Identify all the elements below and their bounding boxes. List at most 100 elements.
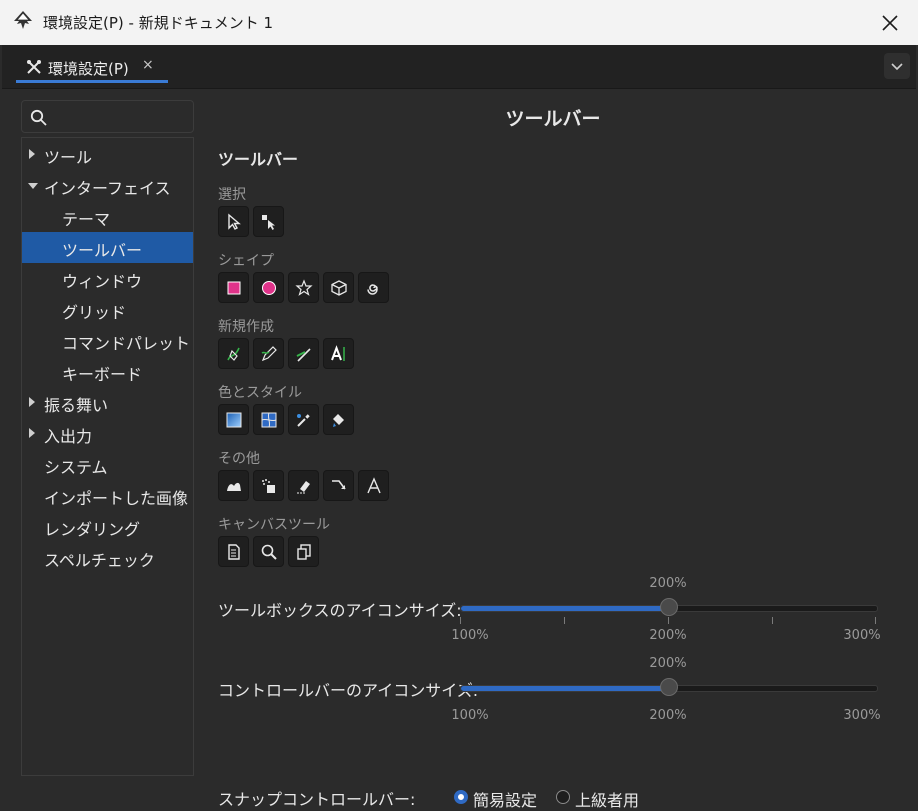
tick bbox=[564, 617, 565, 624]
expand-arrow-icon bbox=[29, 397, 35, 407]
tick bbox=[460, 617, 461, 624]
sidebar-item-label: コマンドパレット bbox=[62, 334, 191, 353]
rectangle-tool-button[interactable] bbox=[218, 272, 249, 303]
eraser-tool-icon bbox=[297, 481, 310, 494]
lpe-tool-icon bbox=[367, 477, 381, 494]
ellipse-tool-icon bbox=[262, 281, 276, 295]
window-close-icon[interactable] bbox=[878, 11, 902, 35]
spray-tool-button[interactable] bbox=[253, 470, 284, 501]
dropper-tool-icon bbox=[297, 414, 310, 427]
pages-tool-button[interactable] bbox=[218, 536, 249, 567]
sidebar-item-keyboard[interactable]: キーボード bbox=[22, 356, 193, 387]
selector-tool-button[interactable] bbox=[218, 206, 249, 237]
slider-knob[interactable] bbox=[660, 598, 678, 616]
sidebar-item-label: インターフェイス bbox=[44, 179, 171, 198]
tick-label-mid: 200% bbox=[649, 708, 687, 723]
sidebar-item-system[interactable]: システム bbox=[22, 449, 193, 480]
control-size-slider[interactable] bbox=[460, 678, 878, 696]
tick-label-min: 100% bbox=[451, 708, 489, 723]
selector-tool-icon bbox=[228, 213, 241, 230]
tick-label-mid: 200% bbox=[649, 628, 687, 643]
pen-tool-icon bbox=[227, 347, 240, 361]
box3d-tool-button[interactable] bbox=[323, 272, 354, 303]
toolbox-size-ticks bbox=[460, 617, 876, 625]
node-tool-button[interactable] bbox=[253, 206, 284, 237]
sidebar-item-spellcheck[interactable]: スペルチェック bbox=[22, 542, 193, 573]
tick bbox=[772, 617, 773, 624]
sidebar-item-label: 入出力 bbox=[44, 427, 93, 446]
section-title: ツールバー bbox=[218, 150, 299, 169]
sidebar-item-label: ツール bbox=[44, 148, 93, 167]
sidebar-item-grids[interactable]: グリッド bbox=[22, 294, 193, 325]
star-tool-icon bbox=[295, 279, 313, 296]
sidebar-item-windows[interactable]: ウィンドウ bbox=[22, 263, 193, 294]
measure-tool-button[interactable] bbox=[288, 536, 319, 567]
paint-bucket-tool-button[interactable] bbox=[323, 404, 354, 435]
collapse-arrow-icon bbox=[28, 183, 38, 189]
sidebar-item-label: 振る舞い bbox=[44, 396, 109, 415]
tab-preferences[interactable]: 環境設定(P) × bbox=[16, 51, 168, 83]
inkscape-logo-icon bbox=[14, 11, 32, 29]
group-label-other: その他 bbox=[218, 451, 260, 467]
sidebar-item-toolbars[interactable]: ツールバー bbox=[22, 232, 193, 263]
tick bbox=[875, 617, 876, 624]
lpe-tool-button[interactable] bbox=[358, 470, 389, 501]
pencil-tool-icon bbox=[261, 346, 277, 362]
gradient-tool-icon bbox=[226, 412, 242, 428]
mesh-tool-icon bbox=[261, 412, 277, 428]
tab-menu-button[interactable] bbox=[884, 53, 910, 79]
tab-close-button[interactable]: × bbox=[142, 57, 154, 73]
toolbox-size-value: 200% bbox=[649, 576, 687, 591]
sidebar-item-rendering[interactable]: レンダリング bbox=[22, 511, 193, 542]
sidebar-item-imported-images[interactable]: インポートした画像 bbox=[22, 480, 193, 511]
pen-tool-button[interactable] bbox=[218, 338, 249, 369]
group-label-canvas: キャンバスツール bbox=[218, 517, 330, 533]
sidebar-item-theme[interactable]: テーマ bbox=[22, 201, 193, 232]
measure-tool-icon bbox=[297, 544, 311, 560]
tools-icon bbox=[27, 60, 41, 74]
toolbox-size-slider[interactable] bbox=[460, 598, 878, 616]
sidebar-item-input-output[interactable]: 入出力 bbox=[22, 418, 193, 449]
zoom-tool-button[interactable] bbox=[253, 536, 284, 567]
box3d-tool-icon bbox=[331, 280, 347, 296]
sidebar-item-tools[interactable]: ツール bbox=[22, 139, 193, 170]
window-title: 環境設定(P) - 新規ドキュメント 1 bbox=[43, 14, 274, 32]
tick-label-max: 300% bbox=[843, 628, 881, 643]
tick-label-max: 300% bbox=[843, 708, 881, 723]
calligraphy-tool-button[interactable] bbox=[288, 338, 319, 369]
connector-tool-button[interactable] bbox=[323, 470, 354, 501]
pages-tool-icon bbox=[228, 544, 240, 560]
tweak-tool-icon bbox=[227, 482, 241, 491]
gradient-tool-button[interactable] bbox=[218, 404, 249, 435]
sidebar-item-behavior[interactable]: 振る舞い bbox=[22, 387, 193, 418]
title-bar: 環境設定(P) - 新規ドキュメント 1 bbox=[0, 0, 918, 45]
sidebar-item-command-palette[interactable]: コマンドパレット bbox=[22, 325, 193, 356]
text-tool-button[interactable] bbox=[323, 338, 354, 369]
sidebar-item-interface[interactable]: インターフェイス bbox=[22, 170, 193, 201]
search-icon bbox=[30, 109, 47, 126]
node-tool-icon bbox=[262, 215, 275, 230]
star-tool-button[interactable] bbox=[288, 272, 319, 303]
zoom-tool-icon bbox=[261, 544, 277, 560]
tab-bar: 環境設定(P) × bbox=[2, 45, 916, 89]
sidebar-item-label: グリッド bbox=[62, 303, 127, 322]
chevron-down-icon bbox=[891, 63, 903, 71]
pencil-tool-button[interactable] bbox=[253, 338, 284, 369]
connector-tool-icon bbox=[332, 480, 346, 490]
spiral-tool-button[interactable] bbox=[358, 272, 389, 303]
mesh-tool-button[interactable] bbox=[253, 404, 284, 435]
search-input[interactable] bbox=[21, 100, 194, 133]
dropper-tool-button[interactable] bbox=[288, 404, 319, 435]
ellipse-tool-button[interactable] bbox=[253, 272, 284, 303]
snap-bar-label: スナップコントロールバー: bbox=[218, 790, 416, 809]
tick bbox=[668, 617, 669, 624]
group-label-create: 新規作成 bbox=[218, 319, 274, 335]
radio-indicator bbox=[454, 790, 468, 804]
calligraphy-tool-icon bbox=[296, 348, 311, 362]
slider-knob[interactable] bbox=[660, 678, 678, 696]
page-title: ツールバー bbox=[505, 108, 601, 130]
rectangle-tool-icon bbox=[227, 281, 241, 295]
tweak-tool-button[interactable] bbox=[218, 470, 249, 501]
radio-indicator bbox=[556, 790, 570, 804]
eraser-tool-button[interactable] bbox=[288, 470, 319, 501]
